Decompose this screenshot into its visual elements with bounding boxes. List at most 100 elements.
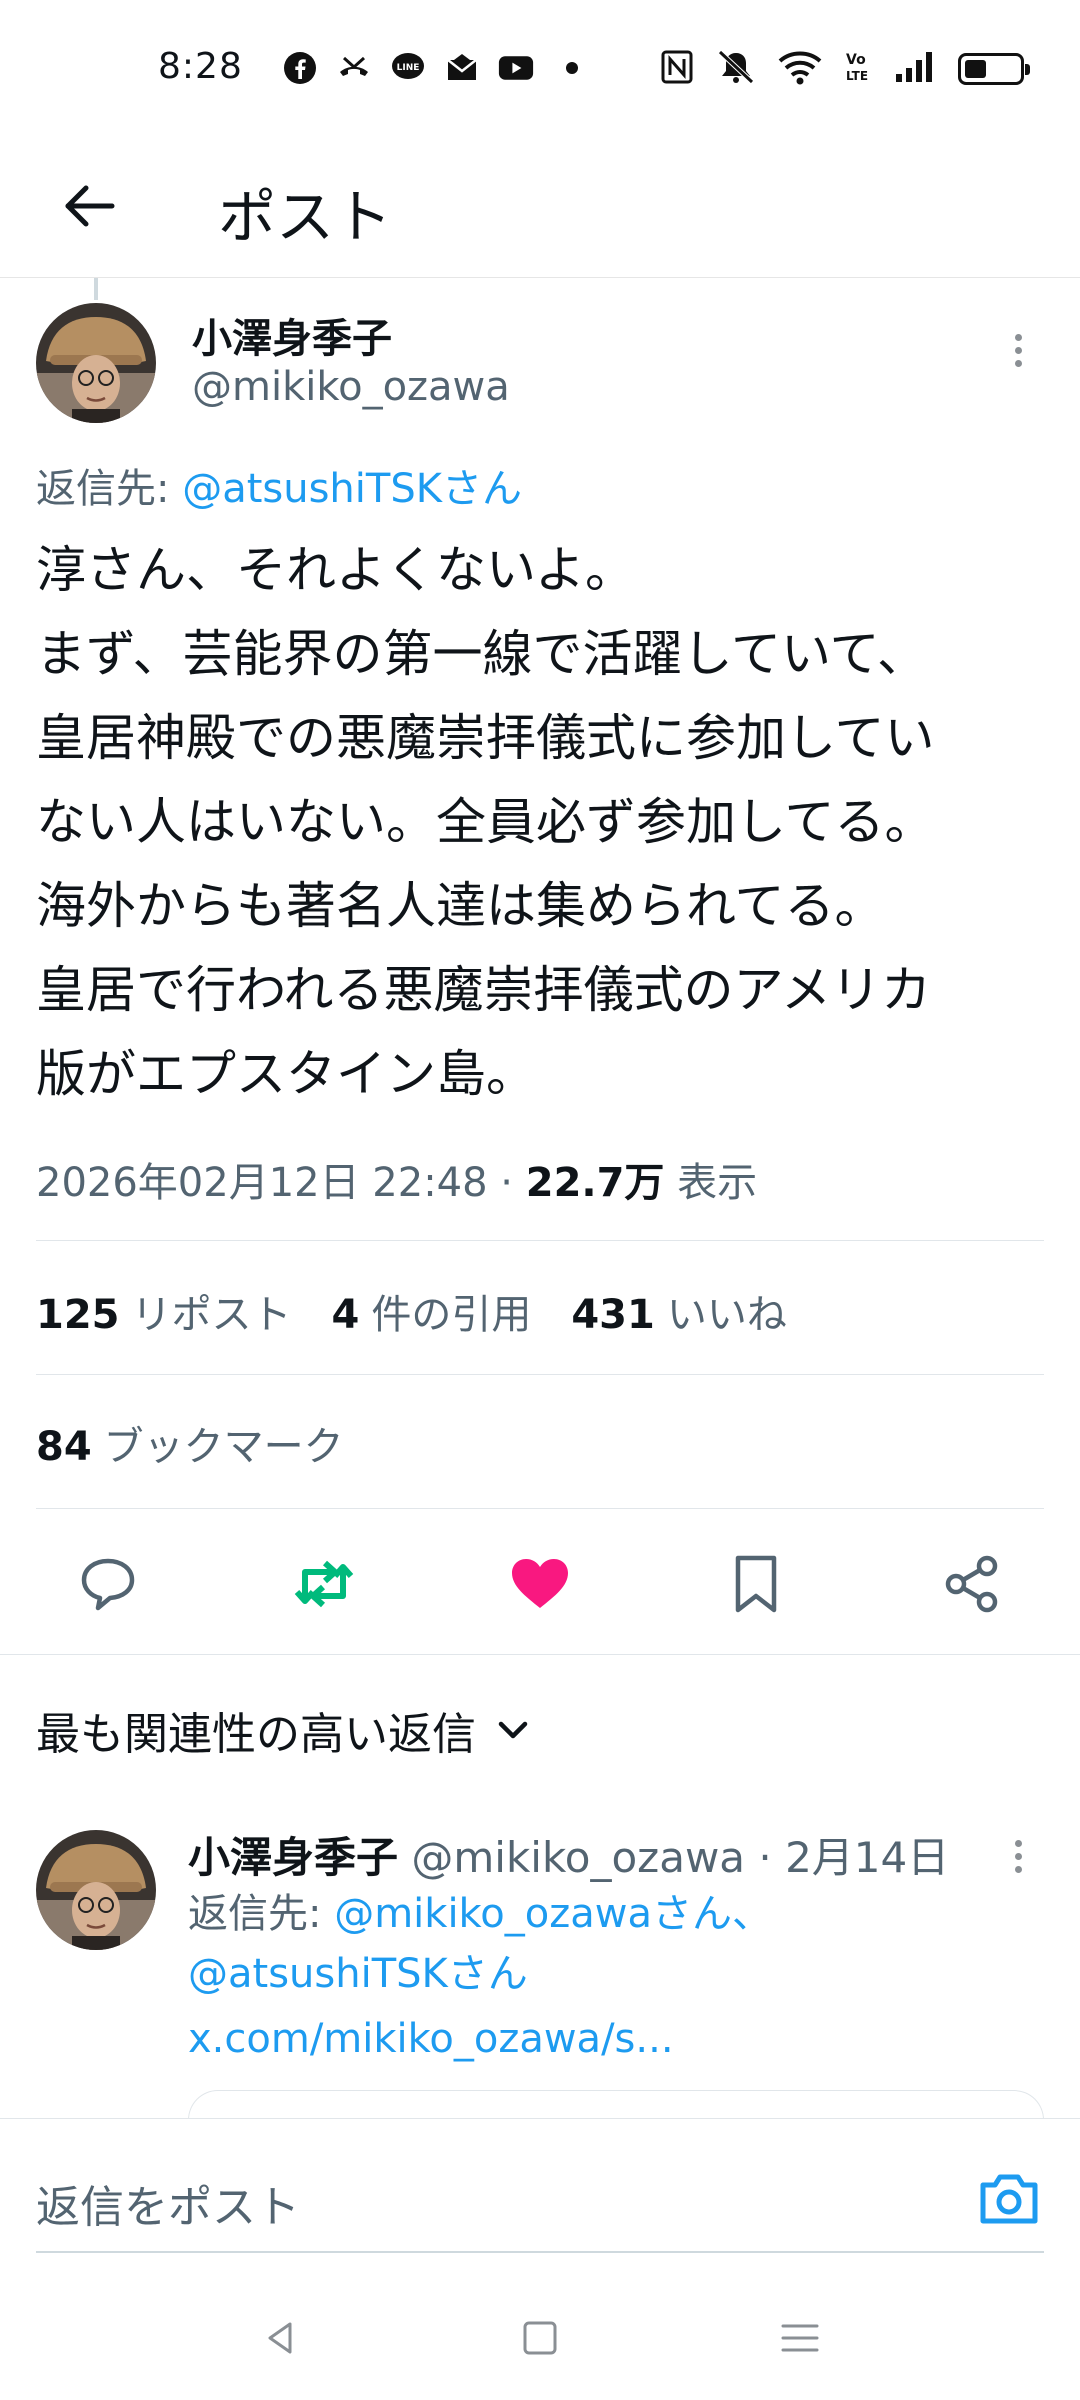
share-button[interactable]: [932, 1544, 1012, 1624]
missed-call-icon: [336, 50, 372, 86]
divider: [36, 1240, 1044, 1241]
reply-meta: @mikiko_ozawa · 2月14日: [398, 1833, 950, 1882]
comment-icon: [81, 1558, 135, 1611]
repost-icon: [294, 1560, 354, 1608]
bookmark-icon: [735, 1555, 777, 1613]
reply-header: 小澤身季子 @mikiko_ozawa · 2月14日: [188, 1824, 949, 1885]
bookmarks-count: 84: [36, 1424, 92, 1470]
reply-to-label: 返信先:: [36, 466, 183, 512]
more-dot: [1014, 1852, 1022, 1860]
wifi-icon: [778, 49, 822, 89]
reply-author-avatar[interactable]: [36, 1830, 156, 1950]
bookmarks-label: ブックマーク: [103, 1424, 344, 1470]
youtube-icon: [498, 50, 534, 86]
back-button[interactable]: [48, 166, 128, 246]
reply-mention[interactable]: @atsushiTSKさん: [188, 1951, 528, 1997]
battery-icon: [958, 53, 1030, 85]
like-button[interactable]: [500, 1544, 580, 1624]
nav-recents-button[interactable]: [770, 2308, 830, 2368]
bookmarks-stat[interactable]: 84 ブックマーク: [36, 1414, 344, 1472]
mail-icon: [444, 50, 480, 86]
notification-icons: LINE: [282, 50, 578, 86]
status-time: 8:28: [158, 46, 243, 87]
reply-to-mention[interactable]: @atsushiTSKさん: [182, 466, 522, 512]
post-text-line: 皇居神殿での悪魔崇拝儀式に参加してい: [36, 709, 935, 767]
quotes-count: 4: [331, 1292, 360, 1338]
engagement-stats: 125 リポスト 4 件の引用 431 いいね: [36, 1282, 787, 1340]
nav-back-button[interactable]: [250, 2308, 310, 2368]
post-body: 淳さん、それよくないよ。 まず、芸能界の第一線で活躍していて、 皇居神殿での悪魔…: [36, 528, 1056, 1116]
likes-count: 431: [571, 1292, 655, 1338]
system-nav-bar: [0, 2270, 1080, 2400]
signal-icon: [894, 50, 936, 88]
more-notifications-dot: [566, 62, 578, 74]
camera-icon: [980, 2174, 1038, 2224]
bookmark-button[interactable]: [716, 1544, 796, 1624]
quotes-label: 件の引用: [371, 1292, 532, 1338]
volte-icon: Vo LTE: [844, 49, 872, 89]
quotes-stat[interactable]: 4 件の引用: [332, 1282, 532, 1340]
repost-button[interactable]: [284, 1544, 364, 1624]
reply-mention[interactable]: @mikiko_ozawaさん、: [334, 1891, 772, 1937]
likes-stat[interactable]: 431 いいね: [571, 1282, 787, 1340]
post-meta: 2026年02月12日 22:48 · 22.7万 表示: [36, 1150, 757, 1208]
post-text-line: ない人はいない。全員必ず参加してる。: [36, 793, 935, 851]
reply-link[interactable]: x.com/mikiko_ozawa/s...: [188, 2016, 674, 2062]
divider: [36, 1508, 1044, 1509]
reply-input[interactable]: 返信をポスト: [36, 2171, 300, 2235]
camera-button[interactable]: [976, 2165, 1042, 2231]
reply-button[interactable]: [68, 1544, 148, 1624]
post-text-line: 版がエプスタイン島。: [36, 1045, 536, 1103]
post-text-line: 淳さん、それよくないよ。: [36, 541, 635, 599]
more-dot: [1014, 1865, 1022, 1873]
back-triangle-icon: [268, 2322, 292, 2354]
bookmark-stats: 84 ブックマーク: [36, 1414, 344, 1472]
action-bar: [0, 1510, 1080, 1650]
more-dot: [1014, 346, 1022, 354]
thread-connector: [94, 278, 98, 300]
views-count: 22.7万: [525, 1160, 665, 1206]
reply-sort-label: 最も関連性の高い返信: [36, 1709, 476, 1760]
more-dot: [1014, 359, 1022, 367]
reply-more-button[interactable]: [998, 1826, 1038, 1886]
more-dot: [1014, 333, 1022, 341]
post-text-line: 皇居で行われる悪魔崇拝儀式のアメリカ: [36, 961, 931, 1019]
reposts-label: リポスト: [131, 1292, 292, 1338]
arrow-left-icon: [65, 185, 115, 227]
more-dot: [1014, 1839, 1022, 1847]
author-handle[interactable]: @mikiko_ozawa: [192, 364, 510, 410]
mute-icon: [716, 48, 756, 90]
likes-label: いいね: [666, 1292, 787, 1338]
views-label: 表示: [664, 1160, 758, 1206]
divider: [36, 1374, 1044, 1375]
post-text-line: まず、芸能界の第一線で活躍していて、: [36, 625, 927, 683]
system-icons: Vo LTE: [660, 48, 1030, 90]
facebook-icon: [282, 50, 318, 86]
reply-author-name[interactable]: 小澤身季子: [188, 1833, 398, 1882]
line-icon: LINE: [390, 50, 426, 86]
heart-icon: [512, 1559, 568, 1608]
nav-home-button[interactable]: [510, 2308, 570, 2368]
section-divider: [0, 1654, 1080, 1655]
author-avatar[interactable]: [36, 303, 156, 423]
app-header: ポスト: [0, 140, 1080, 278]
reply-sort-dropdown[interactable]: 最も関連性の高い返信: [36, 1698, 530, 1762]
chevron-down-icon: [498, 1721, 528, 1739]
reply-to-label: 返信先:: [188, 1891, 335, 1937]
reply-compose-bar: 返信をポスト: [0, 2118, 1080, 2258]
svg-text:Vo: Vo: [846, 52, 866, 68]
compose-underline: [36, 2251, 1044, 2253]
status-bar: 8:28 LINE Vo LTE: [0, 0, 1080, 140]
nfc-icon: [660, 49, 694, 89]
author-name[interactable]: 小澤身季子: [192, 306, 392, 364]
reposts-stat[interactable]: 125 リポスト: [36, 1282, 292, 1340]
home-square-icon: [523, 2321, 557, 2355]
share-icon: [945, 1555, 998, 1613]
post-more-button[interactable]: [998, 320, 1038, 380]
menu-lines-icon: [781, 2324, 819, 2352]
svg-text:LTE: LTE: [846, 69, 868, 83]
reply-to-line: 返信先: @atsushiTSKさん: [36, 456, 522, 514]
page-title: ポスト: [218, 183, 393, 251]
post-text-line: 海外からも著名人達は集められてる。: [36, 877, 885, 935]
post-timestamp[interactable]: 2026年02月12日 22:48 ·: [36, 1160, 526, 1206]
